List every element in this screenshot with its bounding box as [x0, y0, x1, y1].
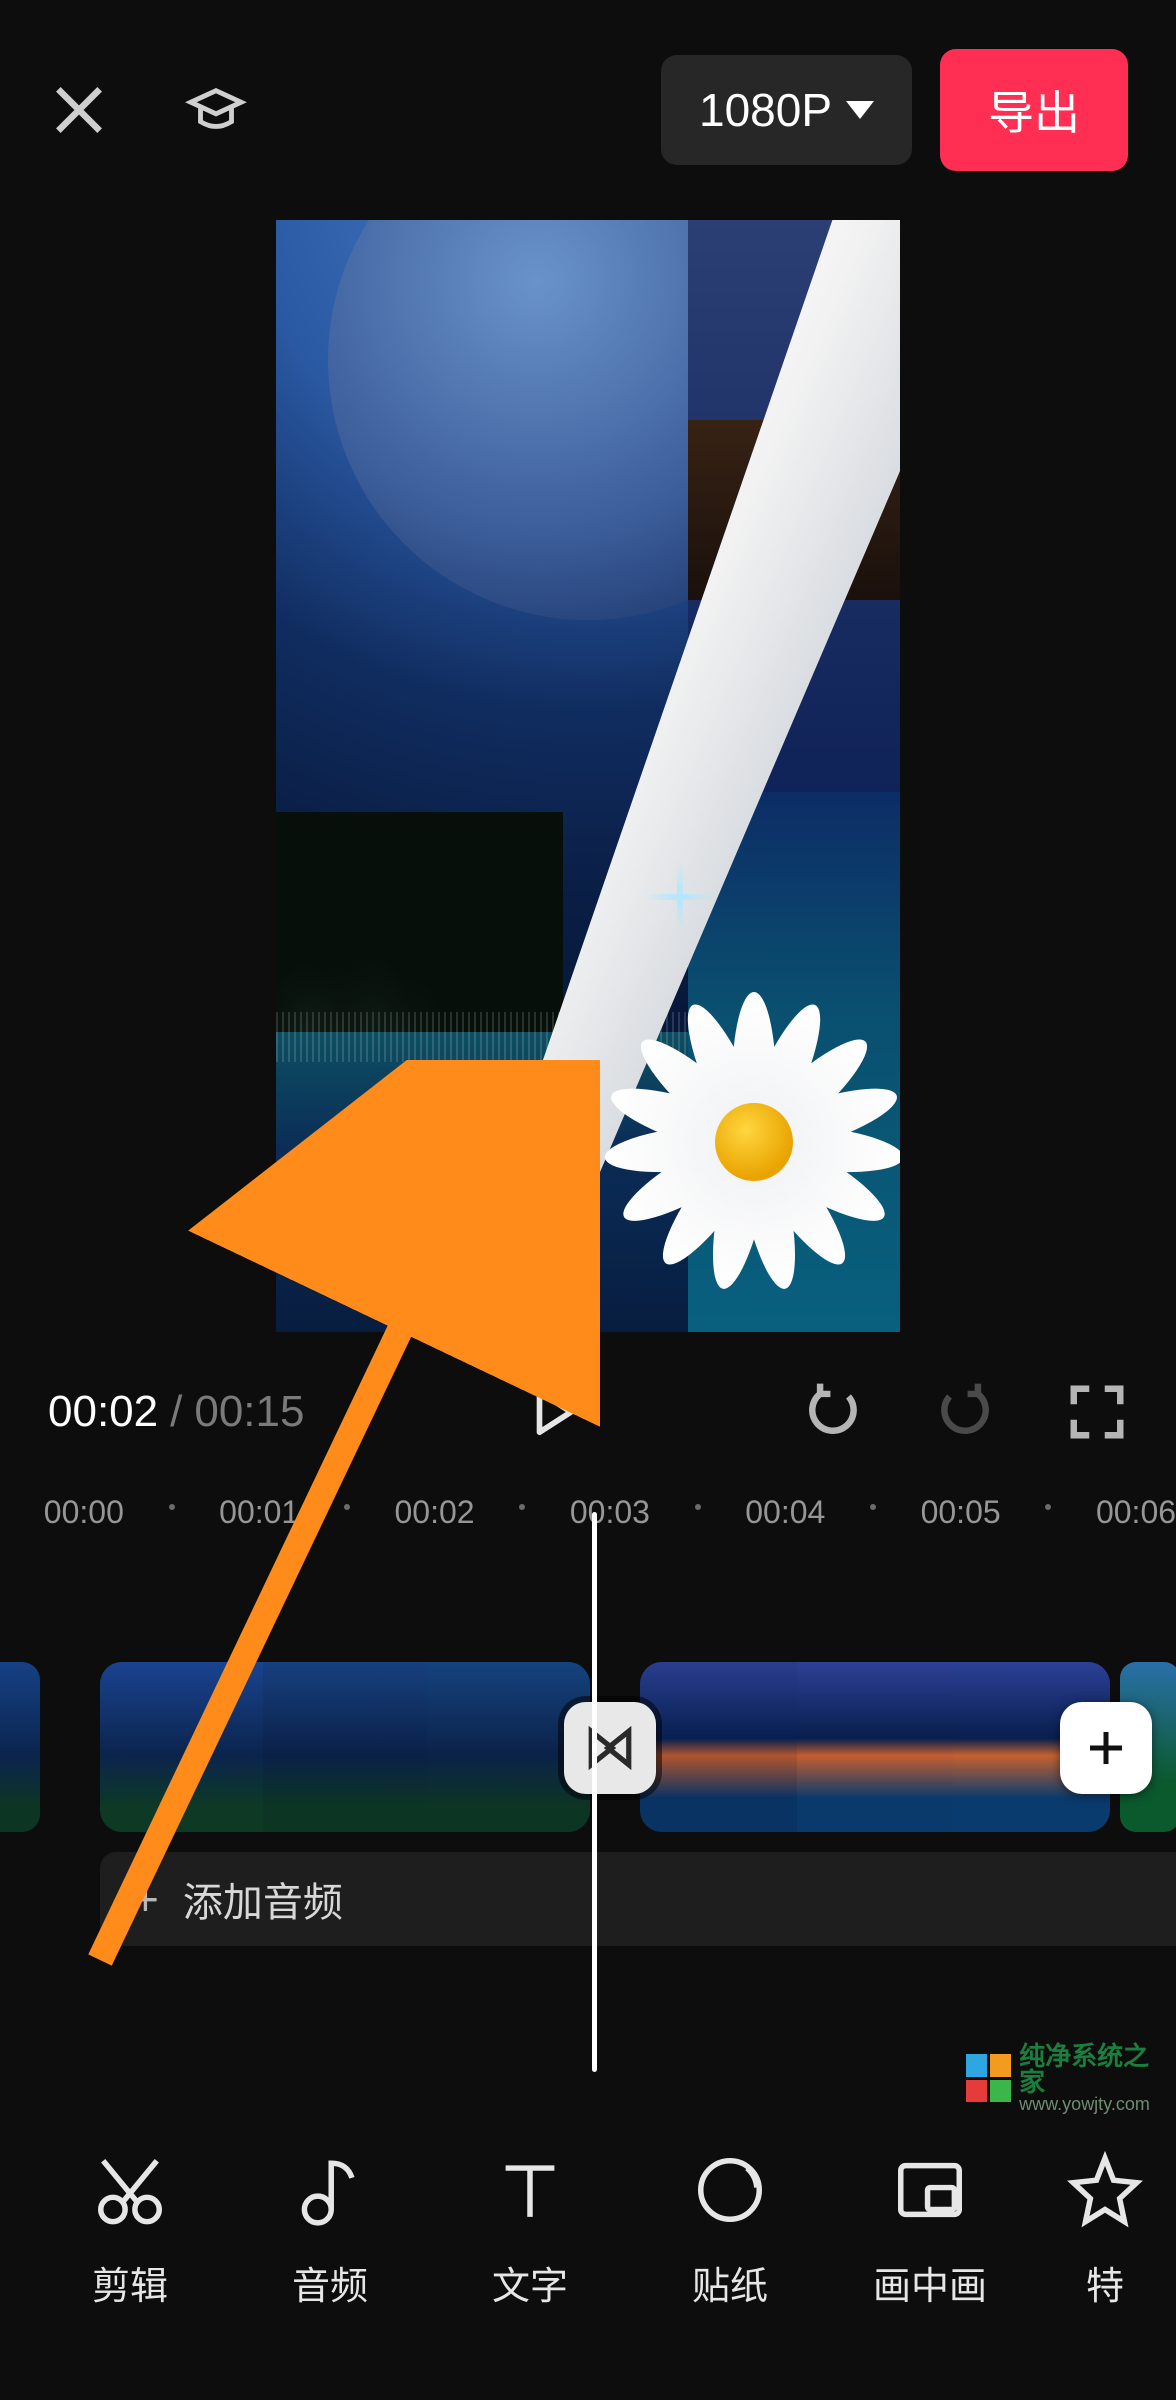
flower-center	[715, 1103, 793, 1181]
playhead[interactable]	[592, 1512, 597, 2072]
top-bar-right: 1080P 导出	[661, 49, 1128, 171]
graduation-cap-icon	[185, 79, 247, 141]
plus-icon	[1082, 1724, 1130, 1772]
timeline[interactable]: + 添加音频	[0, 1552, 1176, 2072]
watermark-logo-icon	[966, 2054, 1011, 2102]
redo-icon	[934, 1381, 996, 1443]
watermark: 纯净系统之家 www.yowjty.com	[966, 2046, 1166, 2110]
redo-button[interactable]	[934, 1381, 996, 1443]
tool-audio[interactable]: 音频	[230, 2151, 430, 2310]
scissors-icon	[91, 2151, 169, 2229]
ruler-dot	[870, 1504, 876, 1510]
video-clip-2[interactable]	[640, 1662, 1110, 1832]
ruler-tick: 00:05	[921, 1494, 1001, 1531]
play-button[interactable]	[526, 1385, 580, 1439]
add-clip-button[interactable]	[1060, 1702, 1152, 1794]
ruler-tick: 00:04	[745, 1494, 825, 1531]
ruler-dot	[695, 1504, 701, 1510]
tool-label: 贴纸	[692, 2255, 768, 2310]
tool-pip[interactable]: 画中画	[830, 2151, 1030, 2310]
ruler-inner: 00:00 00:01 00:02 00:03 00:04 00:05 00:0…	[40, 1482, 1136, 1542]
tool-edit[interactable]: 剪辑	[30, 2151, 230, 2310]
play-icon	[526, 1385, 580, 1439]
ruler-dot	[169, 1504, 175, 1510]
tool-label: 特	[1086, 2255, 1124, 2310]
tool-sticker[interactable]: 贴纸	[630, 2151, 830, 2310]
clip-thumbnail	[797, 1662, 954, 1832]
time-display: 00:02 / 00:15	[48, 1387, 304, 1437]
clip-thumbnail	[263, 1662, 426, 1832]
text-icon	[491, 2151, 569, 2229]
export-label: 导出	[988, 87, 1080, 139]
plus-icon: +	[132, 1872, 159, 1926]
tool-text[interactable]: 文字	[430, 2151, 630, 2310]
video-preview[interactable]	[276, 220, 900, 1332]
video-clip-1[interactable]	[100, 1662, 590, 1832]
resolution-label: 1080P	[699, 83, 832, 137]
clip-thumbnail	[640, 1662, 797, 1832]
tool-label: 文字	[492, 2255, 568, 2310]
control-icons	[802, 1381, 1128, 1443]
help-button[interactable]	[185, 79, 247, 141]
close-icon	[48, 79, 110, 141]
bottom-toolbar: 剪辑 音频 文字 贴纸 画中画 特	[0, 2120, 1176, 2400]
pip-icon	[891, 2151, 969, 2229]
export-button[interactable]: 导出	[940, 49, 1128, 171]
top-bar: 1080P 导出	[0, 0, 1176, 200]
time-ruler[interactable]: 00:00 00:01 00:02 00:03 00:04 00:05 00:0…	[0, 1482, 1176, 1542]
tool-effects[interactable]: 特	[1030, 2151, 1176, 2310]
preview-area	[0, 200, 1176, 1332]
close-button[interactable]	[48, 79, 110, 141]
watermark-text: 纯净系统之家 www.yowjty.com	[1019, 2043, 1166, 2113]
ruler-tick: 00:00	[44, 1494, 124, 1531]
current-time: 00:02	[48, 1387, 158, 1437]
trees-graphic	[276, 812, 563, 1032]
flower-graphic	[624, 1012, 884, 1272]
undo-button[interactable]	[802, 1381, 864, 1443]
playback-controls: 00:02 / 00:15	[0, 1332, 1176, 1482]
fullscreen-button[interactable]	[1066, 1381, 1128, 1443]
fullscreen-icon	[1066, 1381, 1128, 1443]
ruler-tick: 00:06	[1096, 1494, 1176, 1531]
tool-label: 音频	[292, 2255, 368, 2310]
ruler-tick: 00:02	[395, 1494, 475, 1531]
undo-icon	[802, 1381, 864, 1443]
ruler-tick: 00:01	[219, 1494, 299, 1531]
ruler-dot	[519, 1504, 525, 1510]
resolution-selector[interactable]: 1080P	[661, 55, 912, 165]
sticker-icon	[691, 2151, 769, 2229]
total-time: 00:15	[194, 1387, 304, 1437]
music-note-icon	[291, 2151, 369, 2229]
ruler-dot	[1045, 1504, 1051, 1510]
chevron-down-icon	[846, 101, 874, 119]
ruler-dot	[344, 1504, 350, 1510]
clip-thumbnail	[100, 1662, 263, 1832]
star-icon	[1066, 2151, 1144, 2229]
top-bar-left	[48, 79, 247, 141]
time-separator: /	[170, 1387, 182, 1437]
ruler-tick: 00:03	[570, 1494, 650, 1531]
tool-label: 画中画	[873, 2255, 987, 2310]
tool-label: 剪辑	[92, 2255, 168, 2310]
transition-button[interactable]	[564, 1702, 656, 1794]
add-audio-button[interactable]: + 添加音频	[100, 1852, 1176, 1946]
add-audio-label: 添加音频	[183, 1870, 343, 1928]
